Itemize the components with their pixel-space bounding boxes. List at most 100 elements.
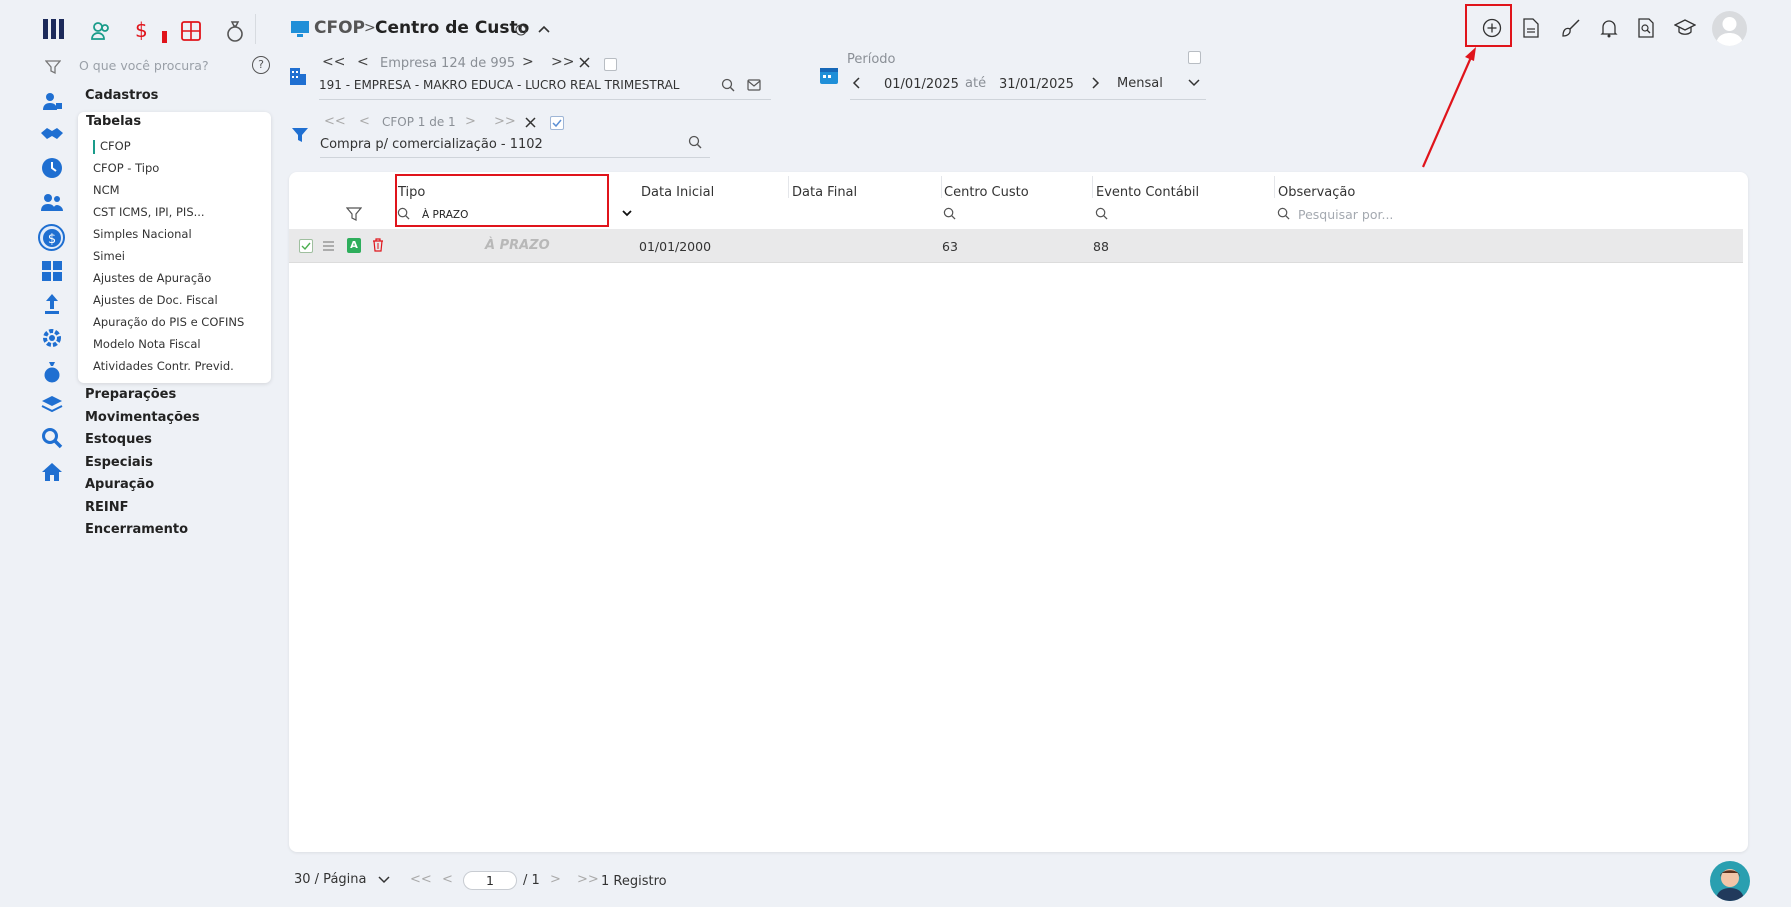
user-avatar[interactable] [1712,11,1747,46]
document-icon[interactable] [1522,18,1540,38]
periodo-checkbox[interactable] [1188,51,1201,64]
calendar-icon [819,65,839,85]
tipo-column-highlight [395,174,609,227]
periodo-mode-chevron-icon[interactable] [1188,79,1200,87]
menu-apuracao[interactable]: Apuração [85,477,154,492]
envelope-icon[interactable] [747,79,761,91]
page-first-button[interactable]: << [410,872,432,887]
submenu-item-cfop[interactable]: CFOP [100,139,131,153]
row-checkbox[interactable] [299,239,313,253]
upload-chart-icon[interactable] [40,292,64,316]
page-number-input[interactable]: 1 [463,871,517,890]
page-last-button[interactable]: >> [577,872,599,887]
money-bag-icon[interactable] [225,20,245,42]
empresa-prev-button[interactable]: < [357,54,369,70]
cfop-select-value[interactable]: Compra p/ comercialização - 1102 [320,137,543,152]
menu-estoques[interactable]: Estoques [85,432,152,447]
submenu-item-atividades[interactable]: Atividades Contr. Previd. [93,359,234,373]
clock-icon[interactable] [40,156,64,180]
user-register-icon[interactable] [40,89,64,113]
submenu-item-ajustes-apuracao[interactable]: Ajustes de Apuração [93,271,211,285]
dollar-icon[interactable]: $ [135,18,148,42]
menu-search-input[interactable]: O que você procura? [79,58,209,73]
bell-icon[interactable] [1600,18,1618,38]
menu-encerramento[interactable]: Encerramento [85,522,188,537]
evento-contabil-search-icon[interactable] [1095,207,1108,220]
empresa-select-value[interactable]: 191 - EMPRESA - MAKRO EDUCA - LUCRO REAL… [319,78,679,92]
layers-icon[interactable] [40,393,64,417]
submenu-item-pis-cofins[interactable]: Apuração do PIS e COFINS [93,315,244,329]
empresa-search-icon[interactable] [721,78,735,92]
column-header-data-inicial[interactable]: Data Inicial [641,185,714,200]
graduation-cap-icon[interactable] [1674,19,1696,37]
periodo-next-button[interactable] [1092,77,1100,89]
submenu-item-cst[interactable]: CST ICMS, IPI, PIS... [93,205,205,219]
menu-cadastros[interactable]: Cadastros [85,88,158,103]
periodo-underline [850,99,1206,100]
money-sack-icon[interactable] [40,360,64,384]
team-icon[interactable] [40,190,64,214]
fiscal-dollar-icon[interactable]: $ [38,224,65,251]
submenu-item-ncm[interactable]: NCM [93,183,120,197]
search-magnifier-icon[interactable] [40,426,64,450]
submenu-item-ajustes-doc[interactable]: Ajustes de Doc. Fiscal [93,293,218,307]
tipo-filter-chevron-icon[interactable] [622,210,632,218]
submenu-title[interactable]: Tabelas [86,114,141,129]
submenu-item-simples[interactable]: Simples Nacional [93,227,192,241]
submenu-item-simei[interactable]: Simei [93,249,125,263]
empresa-clear-button[interactable] [579,57,590,68]
page-next-button[interactable]: > [550,872,561,887]
cfop-prev-button[interactable]: < [359,114,370,129]
home-icon[interactable] [40,460,64,484]
page-size-chevron-icon[interactable] [378,876,390,884]
periodo-end-date[interactable]: 31/01/2025 [999,77,1074,92]
column-header-centro-custo[interactable]: Centro Custo [944,185,1029,200]
empresa-checkbox[interactable] [604,58,617,71]
cfop-checkbox[interactable] [550,116,564,130]
column-header-observacao[interactable]: Observação [1278,185,1355,200]
observacao-filter-input[interactable]: Pesquisar por... [1298,207,1393,222]
page-size-select[interactable]: 30 / Página [294,872,366,887]
menu-preparacoes[interactable]: Preparações [85,387,176,402]
page-prev-button[interactable]: < [442,872,453,887]
column-header-evento-contabil[interactable]: Evento Contábil [1096,185,1199,200]
cfop-first-button[interactable]: << [324,114,346,129]
search-document-icon[interactable] [1637,18,1655,38]
menu-movimentacoes[interactable]: Movimentações [85,410,200,425]
people-icon[interactable] [90,20,112,42]
row-menu-icon[interactable] [323,241,334,251]
cfop-search-icon[interactable] [688,135,702,149]
submenu-item-cfop-tipo[interactable]: CFOP - Tipo [93,161,159,175]
funnel-filter-icon[interactable] [291,126,309,144]
assistant-avatar[interactable] [1710,861,1750,901]
collapse-header-icon[interactable] [537,22,551,36]
cfop-next-button[interactable]: > [465,114,476,129]
help-icon[interactable]: ? [252,56,270,74]
info-icon[interactable] [515,24,527,36]
filter-menu-icon[interactable] [45,59,61,75]
row-delete-icon[interactable] [372,238,384,252]
submenu-item-modelo-nf[interactable]: Modelo Nota Fiscal [93,337,201,351]
column-separator [788,176,789,198]
table-row[interactable]: A À PRAZO 01/01/2000 63 88 [289,229,1743,263]
calculator-icon[interactable] [40,259,64,283]
empresa-next-button[interactable]: > [522,54,534,70]
cfop-last-button[interactable]: >> [494,114,516,129]
menu-especiais[interactable]: Especiais [85,455,153,470]
empresa-first-button[interactable]: << [322,54,345,70]
column-header-data-final[interactable]: Data Final [792,185,857,200]
periodo-prev-button[interactable] [852,77,860,89]
breadcrumb-parent[interactable]: CFOP [314,18,365,38]
grid-filter-icon[interactable] [346,206,362,222]
app-logo[interactable] [42,16,68,42]
centro-custo-search-icon[interactable] [943,207,956,220]
menu-reinf[interactable]: REINF [85,500,129,515]
cfop-clear-button[interactable] [525,117,536,128]
empresa-last-button[interactable]: >> [551,54,574,70]
handshake-icon[interactable] [40,122,64,146]
periodo-start-date[interactable]: 01/01/2025 [884,77,959,92]
cleaning-brush-icon[interactable] [1561,18,1581,38]
settings-gear-icon[interactable] [40,326,64,350]
grid-icon[interactable] [180,20,202,42]
periodo-mode-select[interactable]: Mensal [1117,76,1163,91]
